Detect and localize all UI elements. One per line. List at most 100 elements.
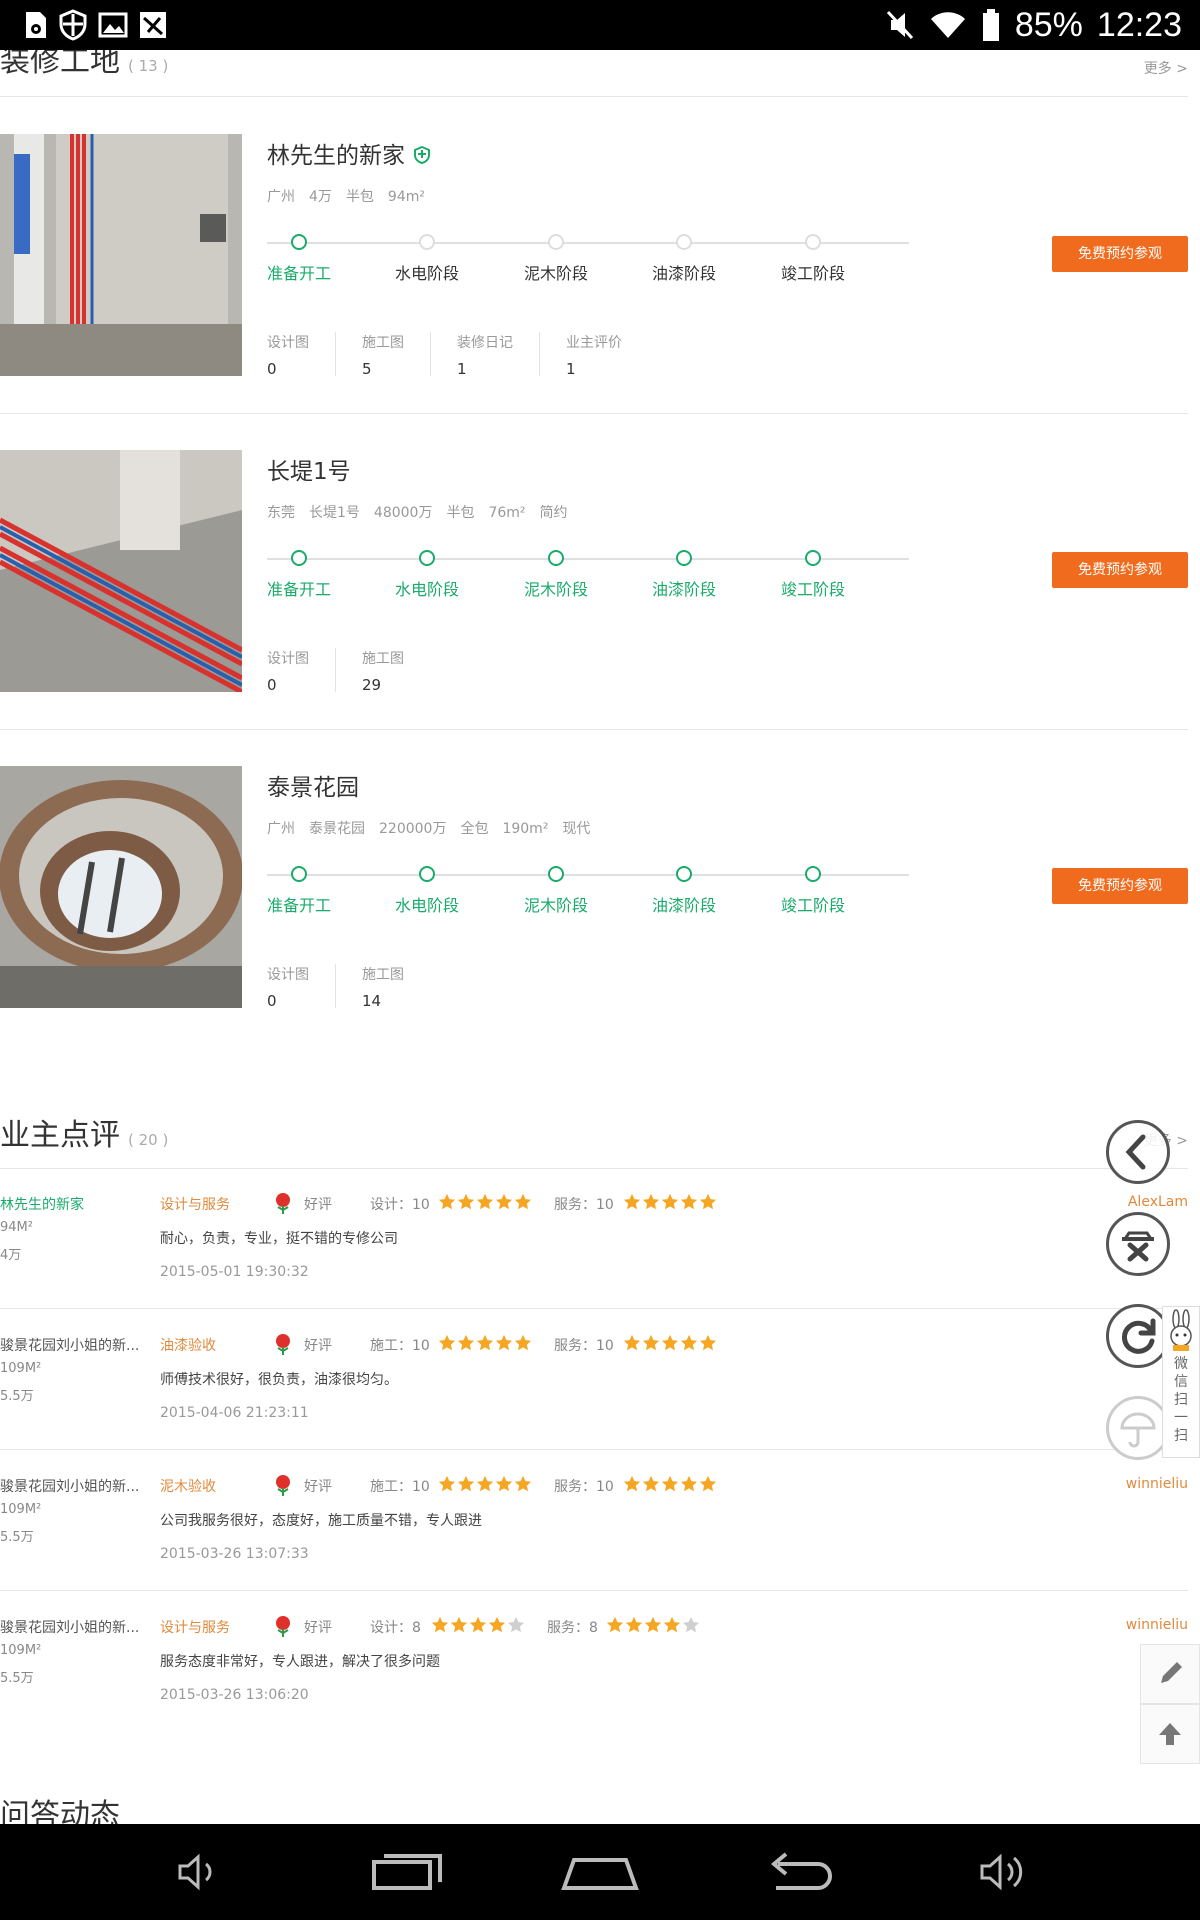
wifi-icon xyxy=(930,12,965,38)
site-name[interactable]: 林先生的新家 xyxy=(267,136,432,170)
sites-more-link[interactable]: 更多 > xyxy=(1144,58,1188,78)
star-filled-icon xyxy=(495,1475,513,1492)
site-photo xyxy=(0,450,242,692)
review-stage: 设计与服务 xyxy=(160,1620,230,1636)
recent-apps-icon[interactable] xyxy=(366,1842,446,1902)
stat-design[interactable]: 设计图 0 xyxy=(267,332,336,378)
close-tab-icon xyxy=(1122,1231,1154,1262)
section-title: 装修工地( 13 ) xyxy=(0,50,169,79)
site-stats: 设计图 0 施工图 14 xyxy=(267,964,456,1010)
review-author[interactable]: winnieliu xyxy=(1126,1476,1188,1492)
back-float-button[interactable] xyxy=(1106,1120,1170,1184)
back-icon[interactable] xyxy=(758,1842,838,1902)
wechat-scan-tab[interactable]: 微信扫一扫 xyxy=(1162,1306,1200,1458)
star-filled-icon xyxy=(680,1475,698,1492)
review-stage: 泥木验收 xyxy=(160,1479,216,1495)
star-filled-icon xyxy=(680,1193,698,1210)
book-visit-button[interactable]: 免费预约参观 xyxy=(1052,236,1188,272)
review-budget: 5.5万 xyxy=(0,1671,34,1686)
review-item: 林先生的新家 94M² 4万 设计与服务 好评 设计：10 服务：10 耐心，负… xyxy=(0,1193,1200,1334)
star-filled-icon xyxy=(661,1334,679,1351)
star-filled-icon xyxy=(625,1616,643,1633)
stat-design[interactable]: 设计图 0 xyxy=(267,964,336,1010)
star-filled-icon xyxy=(514,1334,532,1351)
volume-down-icon[interactable] xyxy=(158,1842,238,1902)
score-label: 服务：8 xyxy=(547,1620,598,1636)
star-rating xyxy=(606,1616,700,1634)
site-meta: 东莞 长堤1号 48000万 半包 76m² 简约 xyxy=(267,505,568,521)
review-budget: 5.5万 xyxy=(0,1389,34,1404)
star-filled-icon xyxy=(514,1475,532,1492)
rose-icon xyxy=(276,1193,290,1214)
umbrella-icon xyxy=(1120,1412,1156,1448)
review-author[interactable]: winnieliu xyxy=(1126,1617,1188,1633)
star-filled-icon xyxy=(699,1334,717,1351)
star-filled-icon xyxy=(457,1193,475,1210)
umbrella-float-button[interactable] xyxy=(1106,1396,1170,1460)
close-float-button[interactable] xyxy=(1106,1212,1170,1276)
star-filled-icon xyxy=(642,1334,660,1351)
back-to-top-button[interactable] xyxy=(1140,1704,1200,1764)
star-filled-icon xyxy=(680,1334,698,1351)
refresh-icon xyxy=(1122,1318,1156,1354)
site-card[interactable]: 长堤1号 东莞 长堤1号 48000万 半包 76m² 简约 准备开工 水电阶段 泥木阶段… xyxy=(0,450,1200,700)
stage-dot xyxy=(548,550,564,566)
rose-icon xyxy=(276,1616,290,1637)
review-stage: 油漆验收 xyxy=(160,1338,216,1354)
site-stats: 设计图 0 施工图 29 xyxy=(267,648,456,694)
star-empty-icon xyxy=(682,1616,700,1633)
review-owner[interactable]: 林先生的新家 xyxy=(0,1194,148,1214)
sd-card-settings-icon xyxy=(26,12,46,38)
usb-debug-icon xyxy=(140,12,166,38)
stat-diary[interactable]: 装修日记 1 xyxy=(457,332,540,378)
verified-shield-icon xyxy=(414,145,431,165)
divider xyxy=(0,729,1188,730)
site-name[interactable]: 泰景花园 xyxy=(267,768,359,802)
good-rating: 好评 xyxy=(304,1338,332,1354)
book-visit-button[interactable]: 免费预约参观 xyxy=(1052,868,1188,904)
star-filled-icon xyxy=(644,1616,662,1633)
review-area: 109M² xyxy=(0,1643,42,1658)
divider xyxy=(0,96,1188,97)
divider xyxy=(0,1449,1188,1450)
review-owner[interactable]: 骏景花园刘小姐的新... xyxy=(0,1617,148,1637)
review-owner[interactable]: 骏景花园刘小姐的新... xyxy=(0,1476,148,1496)
site-name[interactable]: 长堤1号 xyxy=(267,452,351,486)
stat-construction[interactable]: 施工图 29 xyxy=(362,648,430,694)
score-label: 施工：10 xyxy=(370,1338,430,1354)
status-bar: 85% 12:23 xyxy=(0,0,1200,50)
book-visit-button[interactable]: 免费预约参观 xyxy=(1052,552,1188,588)
stage-dot xyxy=(291,866,307,882)
star-filled-icon xyxy=(469,1616,487,1633)
volume-up-icon[interactable] xyxy=(962,1842,1042,1902)
divider xyxy=(0,1590,1188,1591)
star-filled-icon xyxy=(457,1334,475,1351)
wechat-scan-label: 微信扫一扫 xyxy=(1174,1356,1188,1444)
star-filled-icon xyxy=(606,1616,624,1633)
rose-icon xyxy=(276,1334,290,1355)
stat-design[interactable]: 设计图 0 xyxy=(267,648,336,694)
refresh-float-button[interactable] xyxy=(1106,1304,1170,1368)
home-icon[interactable] xyxy=(560,1842,640,1902)
stat-construction[interactable]: 施工图 5 xyxy=(362,332,431,378)
review-owner[interactable]: 骏景花园刘小姐的新... xyxy=(0,1335,148,1355)
edit-button[interactable] xyxy=(1140,1644,1200,1704)
stage-dot xyxy=(419,550,435,566)
review-item: 骏景花园刘小姐的新... 109M² 5.5万 设计与服务 好评 设计：8 服务… xyxy=(0,1616,1200,1757)
stat-construction[interactable]: 施工图 14 xyxy=(362,964,430,1010)
clock: 12:23 xyxy=(1096,5,1182,44)
star-rating xyxy=(438,1193,532,1211)
site-card[interactable]: 泰景花园 广州 泰景花园 220000万 全包 190m² 现代 准备开工 水电阶段 泥木… xyxy=(0,766,1200,1016)
review-time: 2015-03-26 13:06:20 xyxy=(160,1687,309,1703)
star-filled-icon xyxy=(699,1193,717,1210)
star-filled-icon xyxy=(699,1475,717,1492)
star-rating xyxy=(438,1475,532,1493)
pencil-icon xyxy=(1161,1662,1182,1683)
review-author[interactable]: AlexLam xyxy=(1128,1194,1188,1210)
site-card[interactable]: 林先生的新家 广州 4万 半包 94m² 准备开工 水电阶段 泥木阶段 油漆阶段 竣工… xyxy=(0,134,1200,384)
stat-reviews[interactable]: 业主评价 1 xyxy=(566,332,648,378)
review-budget: 4万 xyxy=(0,1248,22,1263)
review-time: 2015-05-01 19:30:32 xyxy=(160,1264,309,1280)
star-filled-icon xyxy=(457,1475,475,1492)
review-time: 2015-03-26 13:07:33 xyxy=(160,1546,309,1562)
